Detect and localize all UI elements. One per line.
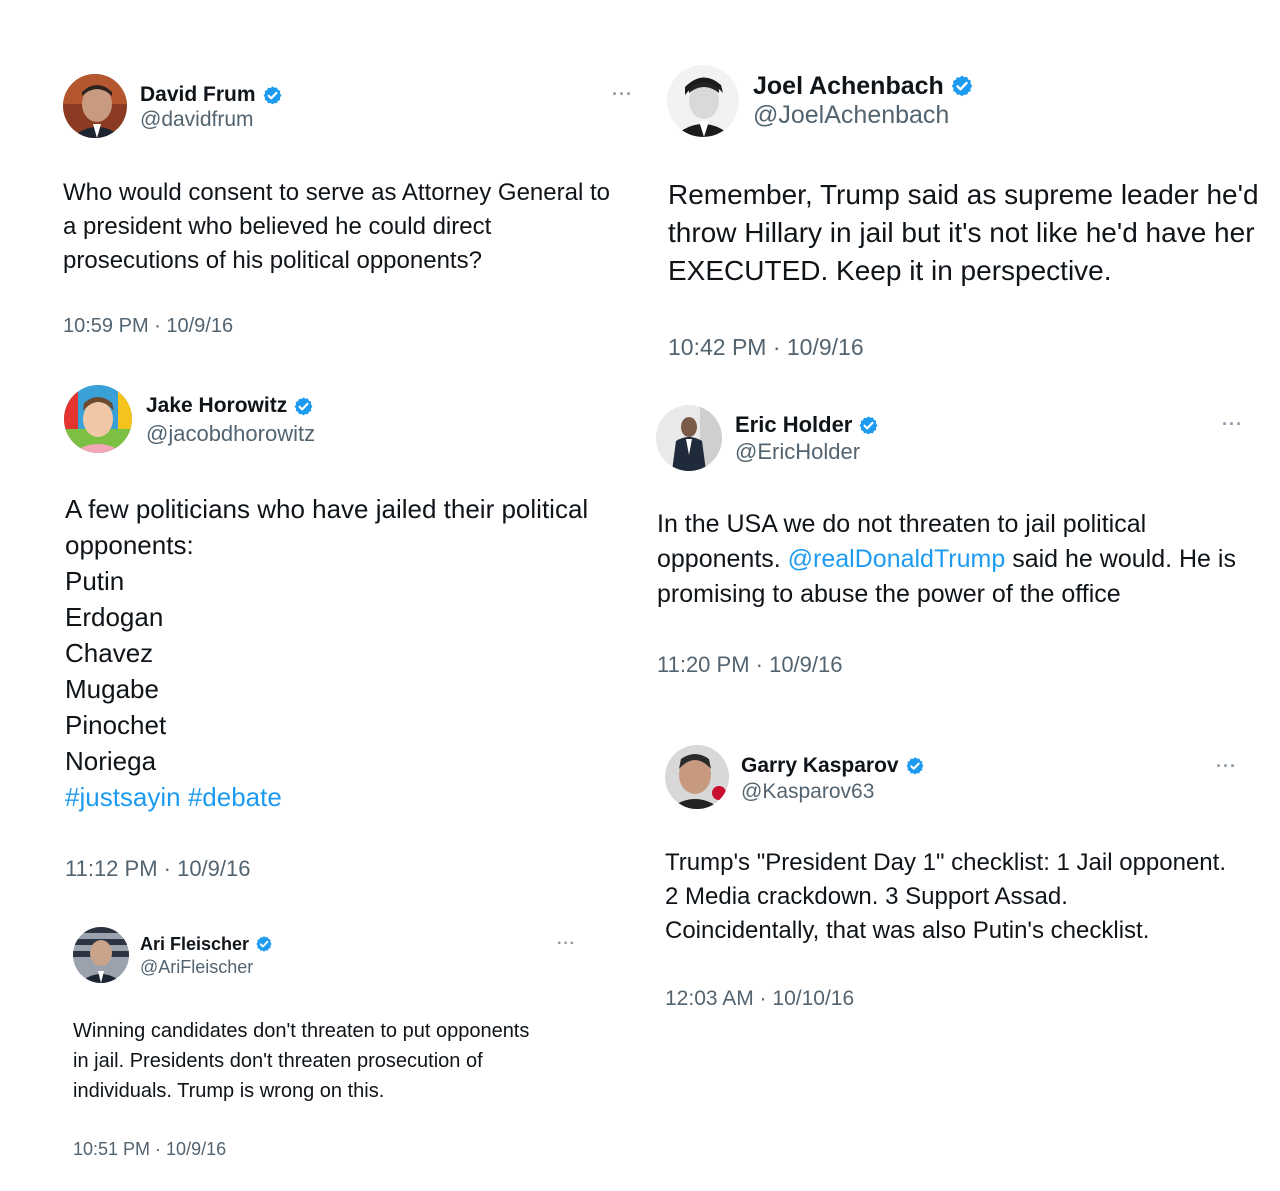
avatar-garry-kasparov[interactable] bbox=[665, 745, 729, 809]
text-line: prosecutions of his political opponents? bbox=[63, 247, 482, 274]
more-options-icon[interactable]: ··· bbox=[1216, 756, 1237, 777]
verified-badge-icon bbox=[255, 935, 273, 953]
author-handle[interactable]: @EricHolder bbox=[735, 439, 860, 465]
tweet-text: Trump's "President Day 1" checklist: 1 J… bbox=[665, 846, 1226, 948]
text-line: Who would consent to serve as Attorney G… bbox=[63, 179, 610, 206]
text-line: A few politicians who have jailed their … bbox=[65, 494, 589, 524]
author-name[interactable]: Eric Holder bbox=[735, 412, 852, 438]
verified-badge-icon bbox=[293, 396, 314, 417]
text-line: In the USA we do not threaten to jail po… bbox=[657, 510, 1147, 538]
tweet-timestamp[interactable]: 10:59 PM · 10/9/16 bbox=[63, 315, 233, 338]
mention-link[interactable]: @realDonaldTrump bbox=[788, 545, 1006, 573]
text-line: a president who believed he could direct bbox=[63, 213, 492, 240]
author-handle[interactable]: @davidfrum bbox=[140, 108, 254, 132]
text-line: EXECUTED. Keep it in perspective. bbox=[668, 255, 1112, 286]
tweet-timestamp[interactable]: 11:12 PM · 10/9/16 bbox=[65, 856, 251, 882]
text-line: Coincidentally, that was also Putin's ch… bbox=[665, 917, 1150, 944]
author-handle[interactable]: @jacobdhorowitz bbox=[146, 421, 315, 447]
text-line: Winning candidates don't threaten to put… bbox=[73, 1020, 530, 1042]
avatar-david-frum[interactable] bbox=[63, 74, 127, 138]
tweet-text: Who would consent to serve as Attorney G… bbox=[63, 176, 610, 278]
more-options-icon[interactable]: ··· bbox=[612, 84, 633, 105]
tweet-text: Remember, Trump said as supreme leader h… bbox=[668, 176, 1259, 290]
author-name[interactable]: Jake Horowitz bbox=[146, 394, 287, 418]
verified-badge-icon bbox=[262, 85, 283, 106]
avatar-ari-fleischer[interactable] bbox=[73, 927, 129, 983]
text-line: Noriega bbox=[65, 746, 157, 776]
text-line: Trump's "President Day 1" checklist: 1 J… bbox=[665, 849, 1226, 876]
verified-badge-icon bbox=[905, 756, 925, 776]
more-options-icon[interactable]: ··· bbox=[557, 935, 576, 953]
tweet-text: Winning candidates don't threaten to put… bbox=[73, 1016, 529, 1106]
text-line: Putin bbox=[65, 566, 125, 596]
text-line: promising to abuse the power of the offi… bbox=[657, 580, 1121, 608]
avatar-joel-achenbach[interactable] bbox=[667, 65, 739, 137]
text-line: individuals. Trump is wrong on this. bbox=[73, 1080, 385, 1102]
avatar-eric-holder[interactable] bbox=[656, 405, 722, 471]
text-line: Mugabe bbox=[65, 674, 159, 704]
text-line: opponents: bbox=[65, 530, 194, 560]
text-segment: opponents. bbox=[657, 545, 788, 573]
text-line: 2 Media crackdown. 3 Support Assad. bbox=[665, 883, 1068, 910]
author-handle[interactable]: @Kasparov63 bbox=[741, 780, 874, 804]
verified-badge-icon bbox=[858, 415, 879, 436]
text-line: opponents. @realDonaldTrump said he woul… bbox=[657, 542, 1236, 577]
tweet-timestamp[interactable]: 10:51 PM · 10/9/16 bbox=[73, 1139, 226, 1160]
text-line: throw Hillary in jail but it's not like … bbox=[668, 217, 1255, 248]
author-name[interactable]: Ari Fleischer bbox=[140, 934, 249, 955]
text-line: Erdogan bbox=[65, 602, 164, 632]
tweet-text: A few politicians who have jailed their … bbox=[65, 491, 588, 815]
author-name[interactable]: Garry Kasparov bbox=[741, 754, 899, 778]
verified-badge-icon bbox=[950, 74, 974, 98]
author-name[interactable]: David Frum bbox=[140, 83, 256, 107]
avatar-jake-horowitz[interactable] bbox=[64, 385, 132, 453]
author-handle[interactable]: @JoelAchenbach bbox=[753, 101, 949, 130]
text-line: Chavez bbox=[65, 638, 154, 668]
more-options-icon[interactable]: ··· bbox=[1222, 414, 1243, 435]
text-segment: said he would. He is bbox=[1005, 545, 1236, 573]
author-name[interactable]: Joel Achenbach bbox=[753, 72, 944, 101]
text-line: Pinochet bbox=[65, 710, 167, 740]
tweet-timestamp[interactable]: 12:03 AM · 10/10/16 bbox=[665, 987, 854, 1011]
text-line: in jail. Presidents don't threaten prose… bbox=[73, 1050, 483, 1072]
hashtag-links[interactable]: #justsayin #debate bbox=[65, 779, 588, 815]
tweet-text: In the USA we do not threaten to jail po… bbox=[657, 507, 1236, 612]
tweet-timestamp[interactable]: 10:42 PM · 10/9/16 bbox=[668, 334, 864, 361]
text-line: Remember, Trump said as supreme leader h… bbox=[668, 179, 1259, 210]
tweet-timestamp[interactable]: 11:20 PM · 10/9/16 bbox=[657, 652, 843, 678]
author-handle[interactable]: @AriFleischer bbox=[140, 957, 253, 978]
